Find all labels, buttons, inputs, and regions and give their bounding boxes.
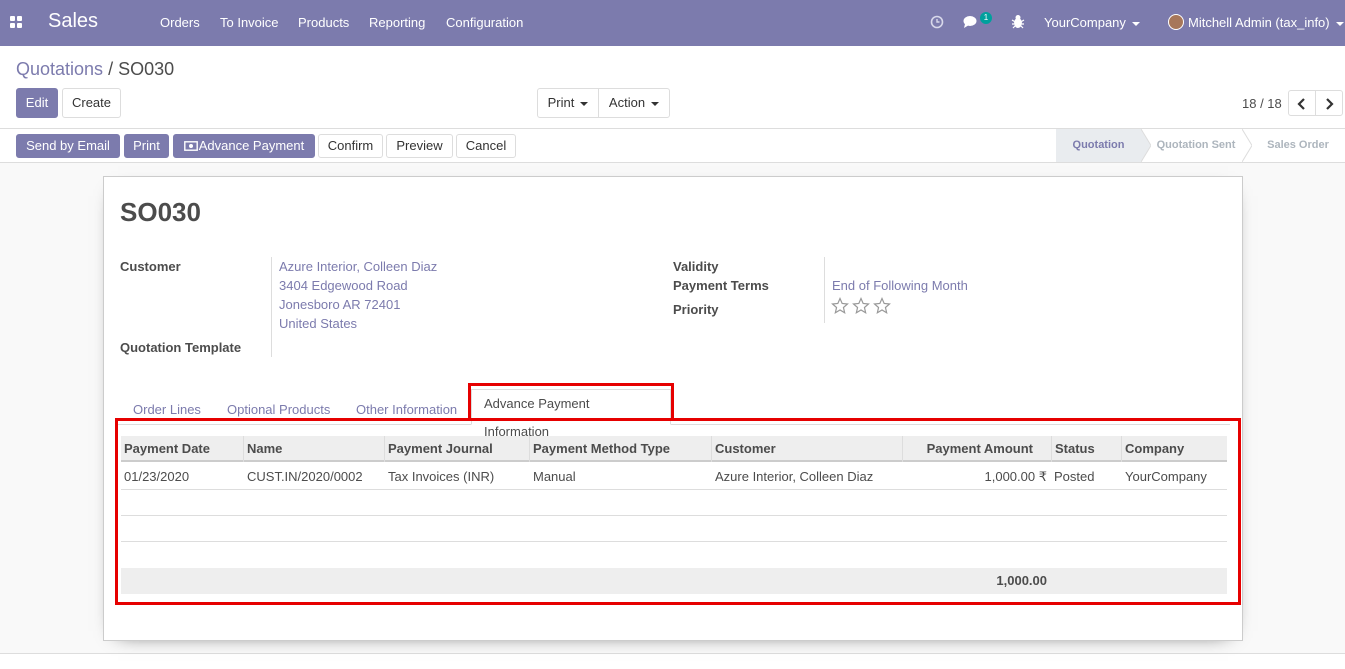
cell-payment-date: 01/23/2020 [124,469,190,484]
user-menu[interactable]: Mitchell Admin (tax_info) [1188,15,1344,30]
customer-street: 3404 Edgewood Road [279,278,408,293]
debug-bug-icon[interactable] [1011,14,1025,29]
chat-icon[interactable] [963,15,979,29]
action-dropdown-label: Action [608,95,646,110]
chevron-down-icon [651,101,660,106]
pager-next-button[interactable] [1315,90,1343,116]
advance-payment-label: Advance Payment [198,138,305,153]
empty-row [121,516,1227,542]
breadcrumb-separator: / [103,59,119,79]
cell-payment-method-type: Manual [533,469,576,484]
chevron-down-icon [1335,21,1344,26]
menu-reporting[interactable]: Reporting [369,15,425,30]
payment-terms-label: Payment Terms [673,278,769,293]
user-name: Mitchell Admin (tax_info) [1188,15,1330,30]
top-navbar: Sales Orders To Invoice Products Reporti… [0,0,1345,46]
validity-label: Validity [673,259,719,274]
advance-payment-button[interactable]: Advance Payment [173,134,315,158]
col-payment-amount[interactable]: Payment Amount [902,436,1051,462]
create-button[interactable]: Create [62,88,121,118]
form-sheet: SO030 Customer Azure Interior, Colleen D… [103,176,1243,641]
menu-orders[interactable]: Orders [160,15,200,30]
stage-separator-icon [1242,129,1252,162]
pager-previous-button[interactable] [1288,90,1316,116]
col-payment-method-type[interactable]: Payment Method Type [529,436,711,462]
stage-quotation[interactable]: Quotation [1056,129,1141,162]
print-dropdown[interactable]: Print [537,88,599,118]
empty-row [121,490,1227,516]
cell-status: Posted [1054,469,1095,484]
priority-star-icon[interactable] [873,297,891,315]
breadcrumb-current: SO030 [118,59,175,79]
field-separator [824,257,825,323]
app-name: Sales [48,10,99,32]
highlight-tab-box [468,383,674,420]
customer-name[interactable]: Azure Interior, Colleen Diaz [279,259,437,274]
field-separator [271,257,272,357]
payment-terms-value[interactable]: End of Following Month [832,278,968,293]
stage-sales-order[interactable]: Sales Order [1254,129,1342,162]
col-company[interactable]: Company [1121,436,1227,462]
chevron-down-icon [580,101,589,106]
col-name[interactable]: Name [243,436,384,462]
company-name: YourCompany [1044,15,1126,30]
chat-count-badge: 1 [980,12,992,24]
confirm-button[interactable]: Confirm [318,134,383,158]
cancel-button[interactable]: Cancel [456,134,516,158]
table-footer: 1,000.00 [121,568,1227,594]
customer-country: United States [279,316,358,331]
stage-quotation-sent[interactable]: Quotation Sent [1148,129,1244,162]
menu-configuration[interactable]: Configuration [446,15,523,30]
cell-company: YourCompany [1125,469,1207,484]
chevron-right-icon [1326,97,1334,110]
apps-menu-icon[interactable] [10,16,22,28]
priority-star-icon[interactable] [852,297,870,315]
send-by-email-button[interactable]: Send by Email [16,134,120,158]
print-dropdown-label: Print [547,95,575,110]
table-row[interactable]: 01/23/2020 CUST.IN/2020/0002 Tax Invoice… [121,464,1227,490]
empty-row [121,542,1227,568]
edit-button[interactable]: Edit [16,88,58,118]
user-avatar[interactable] [1168,14,1184,30]
customer-label: Customer [120,259,181,274]
breadcrumb-quotations[interactable]: Quotations [16,59,103,79]
cell-name: CUST.IN/2020/0002 [247,469,363,484]
table-header: Payment Date Name Payment Journal Paymen… [121,436,1227,462]
col-customer[interactable]: Customer [711,436,902,462]
priority-star-icon[interactable] [831,297,849,315]
chevron-left-icon [1297,97,1305,110]
preview-button[interactable]: Preview [386,134,453,158]
priority-label: Priority [673,302,719,317]
col-payment-journal[interactable]: Payment Journal [384,436,529,462]
activity-clock-icon[interactable] [930,15,944,29]
chevron-down-icon [1131,21,1140,26]
menu-to-invoice[interactable]: To Invoice [220,15,279,30]
pager-value[interactable]: 18 / 18 [1242,96,1282,111]
menu-products[interactable]: Products [298,15,349,30]
cell-payment-amount: 1,000.00 ₹ [984,469,1048,484]
payment-amount-total: 1,000.00 [996,573,1047,588]
print-button[interactable]: Print [124,134,169,158]
record-title: SO030 [120,197,201,227]
quotation-template-label: Quotation Template [120,340,242,355]
company-switcher[interactable]: YourCompany [1044,15,1140,30]
action-dropdown[interactable]: Action [598,88,670,118]
cell-customer: Azure Interior, Colleen Diaz [715,469,874,484]
customer-city: Jonesboro AR 72401 [279,297,401,312]
cell-payment-journal: Tax Invoices (INR) [388,469,495,484]
col-status[interactable]: Status [1051,436,1121,462]
footer-border [0,653,1345,654]
breadcrumb: Quotations / SO030 [16,59,174,80]
col-payment-date[interactable]: Payment Date [121,436,243,462]
money-icon [183,141,198,151]
